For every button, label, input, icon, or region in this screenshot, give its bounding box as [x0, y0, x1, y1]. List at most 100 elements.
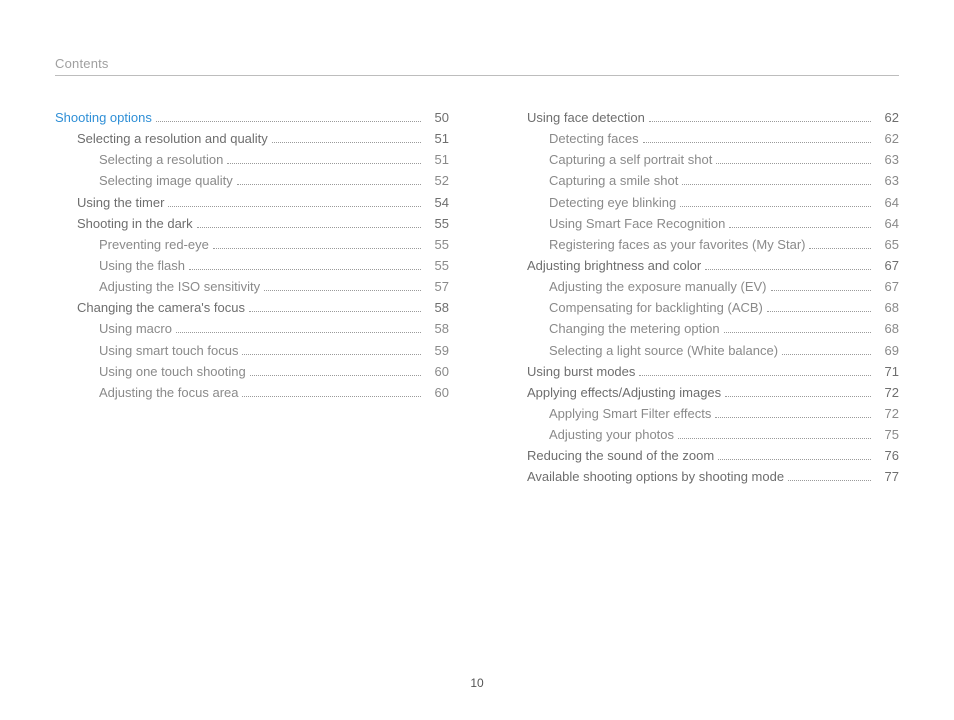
toc-entry-title: Capturing a smile shot: [549, 171, 678, 191]
toc-entry-page: 63: [875, 150, 899, 170]
toc-entry-title: Applying Smart Filter effects: [549, 404, 711, 424]
toc-entry-title: Using the timer: [77, 193, 164, 213]
toc-entry[interactable]: Detecting faces 62: [549, 129, 899, 149]
toc-entry-title: Capturing a self portrait shot: [549, 150, 712, 170]
toc-leader: [156, 113, 421, 122]
toc-leader: [716, 155, 871, 164]
toc-entry-page: 72: [875, 383, 899, 403]
toc-entry[interactable]: Selecting a resolution 51: [99, 150, 449, 170]
toc-entry-title: Detecting eye blinking: [549, 193, 676, 213]
toc-entry[interactable]: Reducing the sound of the zoom 76: [527, 446, 899, 466]
toc-entry[interactable]: Preventing red-eye 55: [99, 235, 449, 255]
toc-entry[interactable]: Capturing a self portrait shot 63: [549, 150, 899, 170]
toc-entry[interactable]: Applying effects/Adjusting images 72: [527, 383, 899, 403]
toc-leader: [705, 261, 871, 270]
toc-entry-page: 58: [425, 319, 449, 339]
toc-leader: [643, 134, 871, 143]
toc-entry-page: 69: [875, 341, 899, 361]
toc-entry[interactable]: Adjusting brightness and color 67: [527, 256, 899, 276]
toc-leader: [264, 282, 421, 291]
toc-entry-page: 63: [875, 171, 899, 191]
toc-entry-title: Selecting image quality: [99, 171, 233, 191]
toc-entry-title: Using one touch shooting: [99, 362, 246, 382]
toc-leader: [242, 346, 421, 355]
toc-entry[interactable]: Adjusting the ISO sensitivity 57: [99, 277, 449, 297]
toc-entry[interactable]: Capturing a smile shot 63: [549, 171, 899, 191]
toc-entry[interactable]: Changing the metering option 68: [549, 319, 899, 339]
toc-entry-page: 67: [875, 256, 899, 276]
toc-entry-title: Detecting faces: [549, 129, 639, 149]
toc-entry-page: 76: [875, 446, 899, 466]
toc-entry[interactable]: Applying Smart Filter effects 72: [549, 404, 899, 424]
toc-entry[interactable]: Selecting image quality 52: [99, 171, 449, 191]
toc-entry-page: 68: [875, 319, 899, 339]
toc-entry-page: 67: [875, 277, 899, 297]
toc-entry-title: Adjusting your photos: [549, 425, 674, 445]
toc-entry[interactable]: Using face detection 62: [527, 108, 899, 128]
toc-entry[interactable]: Adjusting the exposure manually (EV) 67: [549, 277, 899, 297]
toc-entry-page: 51: [425, 129, 449, 149]
toc-leader: [213, 240, 421, 249]
toc-entry-title: Adjusting brightness and color: [527, 256, 701, 276]
toc-leader: [649, 113, 871, 122]
toc-entry-title: Adjusting the exposure manually (EV): [549, 277, 767, 297]
toc-entry[interactable]: Using one touch shooting 60: [99, 362, 449, 382]
toc-entry[interactable]: Shooting in the dark 55: [77, 214, 449, 234]
toc-entry-title: Using Smart Face Recognition: [549, 214, 725, 234]
toc-leader: [729, 219, 871, 228]
toc-entry-page: 65: [875, 235, 899, 255]
toc-leader: [272, 134, 421, 143]
toc-leader: [227, 155, 421, 164]
toc-entry[interactable]: Changing the camera's focus 58: [77, 298, 449, 318]
toc-leader: [788, 473, 871, 482]
toc-column-left: Shooting options 50Selecting a resolutio…: [55, 108, 449, 489]
toc-entry[interactable]: Selecting a resolution and quality 51: [77, 129, 449, 149]
toc-entry[interactable]: Registering faces as your favorites (My …: [549, 235, 899, 255]
toc-entry-page: 75: [875, 425, 899, 445]
toc-entry[interactable]: Selecting a light source (White balance)…: [549, 341, 899, 361]
toc-entry-page: 77: [875, 467, 899, 487]
toc-entry-title: Applying effects/Adjusting images: [527, 383, 721, 403]
toc-entry-title: Using face detection: [527, 108, 645, 128]
toc-column-right: Using face detection 62Detecting faces 6…: [505, 108, 899, 489]
toc-entry-title: Adjusting the focus area: [99, 383, 238, 403]
toc-entry-page: 64: [875, 214, 899, 234]
toc-leader: [639, 367, 871, 376]
toc-leader: [168, 198, 421, 207]
toc-entry-title: Selecting a resolution: [99, 150, 223, 170]
toc-entry-page: 62: [875, 129, 899, 149]
toc-leader: [250, 367, 421, 376]
page-number: 10: [470, 676, 483, 690]
toc-entry[interactable]: Available shooting options by shooting m…: [527, 467, 899, 487]
toc-entry[interactable]: Using smart touch focus 59: [99, 341, 449, 361]
toc-entry[interactable]: Shooting options 50: [55, 108, 449, 128]
toc-leader: [189, 261, 421, 270]
toc-entry[interactable]: Using macro 58: [99, 319, 449, 339]
toc-leader: [782, 346, 871, 355]
toc-entry-page: 55: [425, 256, 449, 276]
toc-entry[interactable]: Adjusting your photos 75: [549, 425, 899, 445]
toc-entry-title: Selecting a light source (White balance): [549, 341, 778, 361]
toc-leader: [197, 219, 421, 228]
toc-entry[interactable]: Detecting eye blinking 64: [549, 193, 899, 213]
page-footer: 10: [0, 676, 954, 690]
toc-entry-title: Preventing red-eye: [99, 235, 209, 255]
toc-entry[interactable]: Adjusting the focus area 60: [99, 383, 449, 403]
toc-entry-title: Changing the camera's focus: [77, 298, 245, 318]
toc-leader: [237, 177, 421, 186]
toc-entry[interactable]: Using the timer 54: [77, 193, 449, 213]
toc-entry-title: Selecting a resolution and quality: [77, 129, 268, 149]
toc-entry-title: Available shooting options by shooting m…: [527, 467, 784, 487]
toc-entry-title: Compensating for backlighting (ACB): [549, 298, 763, 318]
toc-leader: [809, 240, 871, 249]
toc-entry[interactable]: Compensating for backlighting (ACB) 68: [549, 298, 899, 318]
toc-leader: [242, 388, 421, 397]
toc-entry-page: 57: [425, 277, 449, 297]
toc-entry[interactable]: Using burst modes 71: [527, 362, 899, 382]
toc-entry[interactable]: Using the flash 55: [99, 256, 449, 276]
toc-leader: [725, 388, 871, 397]
toc-entry-page: 51: [425, 150, 449, 170]
toc-columns: Shooting options 50Selecting a resolutio…: [55, 108, 899, 489]
toc-section-title: Shooting options: [55, 108, 152, 128]
toc-entry[interactable]: Using Smart Face Recognition 64: [549, 214, 899, 234]
